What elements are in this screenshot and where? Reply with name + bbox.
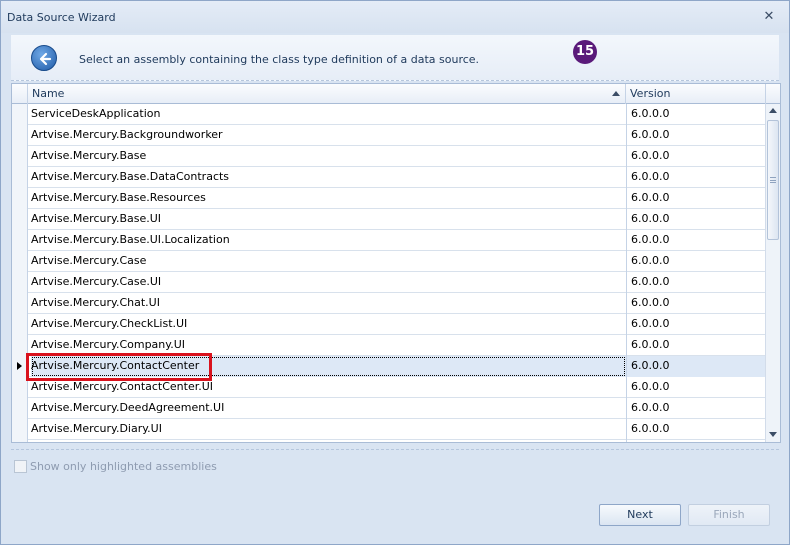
cell-name[interactable]: Artvise.Mercury.Chat.UI (31, 293, 626, 314)
row-indicator[interactable] (12, 251, 28, 272)
cell-version[interactable] (626, 440, 766, 442)
assembly-grid: Name Version ServiceDeskApplication 6.0.0… (11, 83, 781, 443)
row-indicator[interactable] (12, 209, 28, 230)
table-row[interactable]: Artvise.Mercury.Case 6.0.0.0 (12, 251, 766, 272)
next-button[interactable]: Next (599, 504, 681, 526)
cell-name[interactable]: Artvise.Mercury.Base (31, 146, 626, 167)
cell-version[interactable]: 6.0.0.0 (626, 230, 766, 251)
scroll-up-arrow-icon[interactable] (769, 108, 777, 113)
vertical-scrollbar[interactable] (765, 104, 780, 442)
row-indicator[interactable] (12, 272, 28, 293)
cell-version[interactable]: 6.0.0.0 (626, 356, 766, 377)
table-row[interactable]: Artvise.Mercury.Backgroundworker 6.0.0.0 (12, 125, 766, 146)
cell-version[interactable]: 6.0.0.0 (626, 125, 766, 146)
cell-version[interactable]: 6.0.0.0 (626, 293, 766, 314)
table-row[interactable]: Artvise.Mercury.Diary.UI 6.0.0.0 (12, 419, 766, 440)
cell-version[interactable]: 6.0.0.0 (626, 335, 766, 356)
row-indicator[interactable] (12, 167, 28, 188)
row-indicator-header (12, 84, 28, 104)
cell-version[interactable]: 6.0.0.0 (626, 314, 766, 335)
back-arrow-icon (39, 52, 52, 66)
cell-name[interactable]: Artvise.Mercury.Case.UI (31, 272, 626, 293)
window-title: Data Source Wizard (7, 11, 116, 24)
cell-version[interactable]: 6.0.0.0 (626, 251, 766, 272)
table-row[interactable]: Artvise.Mercury.Base.UI 6.0.0.0 (12, 209, 766, 230)
grid-header: Name Version (12, 84, 780, 104)
sort-ascending-icon (612, 91, 620, 96)
table-row[interactable]: Artvise.Mercury.Base 6.0.0.0 (12, 146, 766, 167)
cell-name[interactable]: Artvise.Mercury.Base.DataContracts (31, 167, 626, 188)
table-row[interactable]: ServiceDeskApplication 6.0.0.0 (12, 104, 766, 125)
current-row-arrow-icon (17, 362, 22, 370)
show-highlighted-checkbox[interactable] (14, 460, 27, 473)
cell-name[interactable]: Artvise.Mercury.DeedAgreement.UI (31, 398, 626, 419)
row-indicator[interactable] (12, 188, 28, 209)
row-indicator[interactable] (12, 293, 28, 314)
table-row[interactable]: Artvise.Mercury.Base.Resources 6.0.0.0 (12, 188, 766, 209)
row-indicator[interactable] (12, 398, 28, 419)
cell-name[interactable] (31, 440, 626, 442)
cell-version[interactable]: 6.0.0.0 (626, 419, 766, 440)
table-row[interactable]: Artvise.Mercury.Base.UI.Localization 6.0.… (12, 230, 766, 251)
cell-version[interactable]: 6.0.0.0 (626, 377, 766, 398)
cell-name[interactable]: Artvise.Mercury.Diary.UI (31, 419, 626, 440)
table-row[interactable]: Artvise.Mercury.Case.UI 6.0.0.0 (12, 272, 766, 293)
instruction-text: Select an assembly containing the class … (79, 53, 480, 66)
back-button[interactable] (31, 45, 57, 71)
table-row[interactable] (12, 440, 766, 442)
footer-divider (11, 449, 779, 450)
cell-version[interactable]: 6.0.0.0 (626, 398, 766, 419)
row-indicator[interactable] (12, 146, 28, 167)
cell-name[interactable]: Artvise.Mercury.Backgroundworker (31, 125, 626, 146)
finish-button[interactable]: Finish (688, 504, 770, 526)
cell-name[interactable]: Artvise.Mercury.Base.UI (31, 209, 626, 230)
column-header-version[interactable]: Version (626, 84, 766, 104)
column-header-name[interactable]: Name (28, 84, 626, 104)
cell-name[interactable]: Artvise.Mercury.Base.UI.Localization (31, 230, 626, 251)
cell-name[interactable]: ServiceDeskApplication (31, 104, 626, 125)
highlight-annotation-box (26, 353, 212, 381)
show-highlighted-label: Show only highlighted assemblies (30, 460, 217, 473)
cell-version[interactable]: 6.0.0.0 (626, 272, 766, 293)
table-row[interactable]: Artvise.Mercury.Chat.UI 6.0.0.0 (12, 293, 766, 314)
row-indicator[interactable] (12, 440, 28, 442)
table-row[interactable]: Artvise.Mercury.DeedAgreement.UI 6.0.0.0 (12, 398, 766, 419)
data-source-wizard-window: Data Source Wizard ✕ Select an assembly … (0, 0, 790, 545)
cell-version[interactable]: 6.0.0.0 (626, 167, 766, 188)
row-indicator[interactable] (12, 419, 28, 440)
scroll-down-arrow-icon[interactable] (769, 432, 777, 437)
row-indicator[interactable] (12, 125, 28, 146)
cell-name[interactable]: Artvise.Mercury.Case (31, 251, 626, 272)
row-indicator[interactable] (12, 104, 28, 125)
row-indicator[interactable] (12, 230, 28, 251)
scrollbar-thumb[interactable] (767, 120, 779, 240)
cell-name[interactable]: Artvise.Mercury.Base.Resources (31, 188, 626, 209)
table-row[interactable]: Artvise.Mercury.Base.DataContracts 6.0.0.… (12, 167, 766, 188)
grid-rows: ServiceDeskApplication 6.0.0.0 Artvise.Mer… (12, 104, 766, 442)
wizard-header: Select an assembly containing the class … (11, 35, 779, 81)
cell-name[interactable]: Artvise.Mercury.CheckList.UI (31, 314, 626, 335)
cell-version[interactable]: 6.0.0.0 (626, 146, 766, 167)
title-bar: Data Source Wizard ✕ (1, 1, 789, 33)
cell-version[interactable]: 6.0.0.0 (626, 104, 766, 125)
step-badge: 15 (573, 40, 597, 64)
cell-version[interactable]: 6.0.0.0 (626, 209, 766, 230)
cell-version[interactable]: 6.0.0.0 (626, 188, 766, 209)
table-row[interactable]: Artvise.Mercury.CheckList.UI 6.0.0.0 (12, 314, 766, 335)
scrollbar-grip-icon (770, 177, 776, 183)
row-indicator[interactable] (12, 314, 28, 335)
close-icon[interactable]: ✕ (763, 10, 775, 23)
